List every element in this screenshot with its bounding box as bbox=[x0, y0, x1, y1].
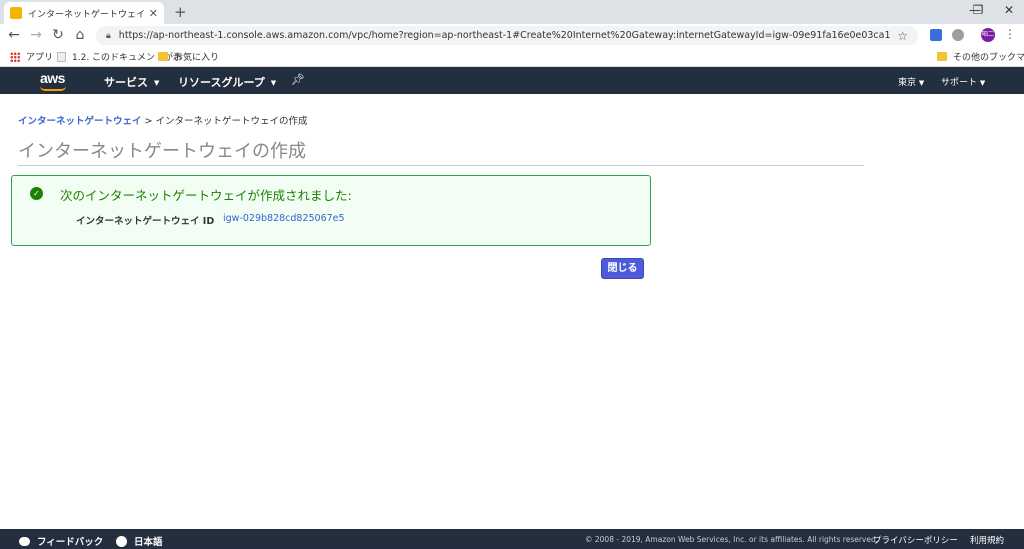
tab-close-icon[interactable]: ✕ bbox=[149, 7, 158, 20]
region-menu[interactable]: 東京 ▼ bbox=[898, 75, 924, 88]
extension-icon[interactable] bbox=[952, 29, 964, 41]
breadcrumb-separator: > bbox=[141, 116, 156, 127]
aws-logo-smile bbox=[40, 86, 66, 91]
back-arrow-icon[interactable]: ← bbox=[4, 27, 24, 43]
copyright-text: © 2008 - 2019, Amazon Web Services, Inc.… bbox=[585, 535, 879, 544]
address-bar-row: ← → ↻ ⌂ 🔒︎ https://ap-northeast-1.consol… bbox=[0, 24, 1024, 46]
browser-tab-bar: インターネットゲートウェイの作成 | VPC ✕ + — ❐ ✕ bbox=[0, 0, 1024, 24]
url-bar[interactable]: 🔒︎ https://ap-northeast-1.console.aws.am… bbox=[96, 26, 918, 45]
bookmark-apps[interactable]: アプリ bbox=[10, 50, 53, 63]
browser-tab[interactable]: インターネットゲートウェイの作成 | VPC ✕ bbox=[4, 2, 164, 24]
globe-icon bbox=[116, 535, 127, 547]
tab-title: インターネットゲートウェイの作成 | VPC bbox=[28, 9, 145, 20]
close-button[interactable]: 閉じる bbox=[601, 258, 644, 279]
extension-icon[interactable] bbox=[930, 29, 942, 41]
aws-footer: フィードバック 日本語 © 2008 - 2019, Amazon Web Se… bbox=[0, 529, 1024, 549]
chevron-down-icon: ▼ bbox=[979, 79, 986, 87]
breadcrumb-link-internet-gateways[interactable]: インターネットゲートウェイ bbox=[18, 116, 142, 127]
bookmark-other[interactable]: その他のブックマーク bbox=[937, 50, 1024, 63]
chevron-down-icon: ▼ bbox=[270, 79, 277, 87]
aws-favicon-icon bbox=[10, 7, 22, 19]
breadcrumb: インターネットゲートウェイ > インターネットゲートウェイの作成 bbox=[18, 113, 308, 127]
page-title: インターネットゲートウェイの作成 bbox=[18, 137, 864, 166]
resource-groups-menu[interactable]: リソースグループ ▼ bbox=[178, 74, 276, 90]
support-menu[interactable]: サポート ▼ bbox=[941, 75, 985, 88]
browser-menu-icon[interactable]: ⋮ bbox=[1004, 27, 1016, 41]
privacy-policy-link[interactable]: プライバシーポリシー bbox=[873, 534, 958, 546]
profile-avatar[interactable]: 昭二 bbox=[981, 28, 995, 42]
url-text: https://ap-northeast-1.console.aws.amazo… bbox=[118, 30, 891, 41]
feedback-link[interactable]: フィードバック bbox=[19, 534, 103, 548]
home-icon[interactable]: ⌂ bbox=[70, 27, 90, 43]
success-message: 次のインターネットゲートウェイが作成されました: bbox=[60, 188, 352, 203]
folder-icon bbox=[937, 52, 947, 61]
lock-icon: 🔒︎ bbox=[106, 30, 111, 41]
folder-icon bbox=[158, 52, 168, 61]
language-selector[interactable]: 日本語 bbox=[116, 534, 163, 548]
gateway-id-label: インターネットゲートウェイ ID bbox=[76, 216, 215, 227]
breadcrumb-current: インターネットゲートウェイの作成 bbox=[155, 116, 308, 127]
new-tab-button[interactable]: + bbox=[174, 3, 187, 21]
bookmark-item[interactable]: お気に入り bbox=[158, 50, 219, 63]
page-icon bbox=[57, 51, 66, 62]
success-alert: ✓ 次のインターネットゲートウェイが作成されました: インターネットゲートウェイ… bbox=[11, 175, 651, 246]
chevron-down-icon: ▼ bbox=[918, 79, 925, 87]
terms-link[interactable]: 利用規約 bbox=[970, 534, 1004, 546]
apps-grid-icon bbox=[10, 51, 20, 62]
maximize-button[interactable]: ❐ bbox=[963, 3, 993, 17]
speech-bubble-icon bbox=[19, 536, 30, 546]
services-menu[interactable]: サービス ▼ bbox=[104, 74, 159, 90]
forward-arrow-icon[interactable]: → bbox=[26, 27, 46, 43]
bookmark-star-icon[interactable]: ☆ bbox=[897, 29, 908, 43]
window-close-button[interactable]: ✕ bbox=[994, 3, 1024, 17]
pin-icon[interactable]: 📌︎ bbox=[291, 73, 305, 86]
aws-logo[interactable]: aws bbox=[40, 70, 65, 86]
check-circle-icon: ✓ bbox=[30, 187, 43, 200]
aws-nav-bar: aws サービス ▼ リソースグループ ▼ 📌︎ 東京 ▼ サポート ▼ bbox=[0, 67, 1024, 94]
gateway-id-link[interactable]: igw-029b828cd825067e5 bbox=[223, 213, 345, 224]
chevron-down-icon: ▼ bbox=[154, 79, 160, 87]
reload-icon[interactable]: ↻ bbox=[48, 27, 68, 43]
bookmarks-bar: アプリ 1.2. このドキュメントが示 お気に入り その他のブックマーク bbox=[0, 46, 1024, 67]
